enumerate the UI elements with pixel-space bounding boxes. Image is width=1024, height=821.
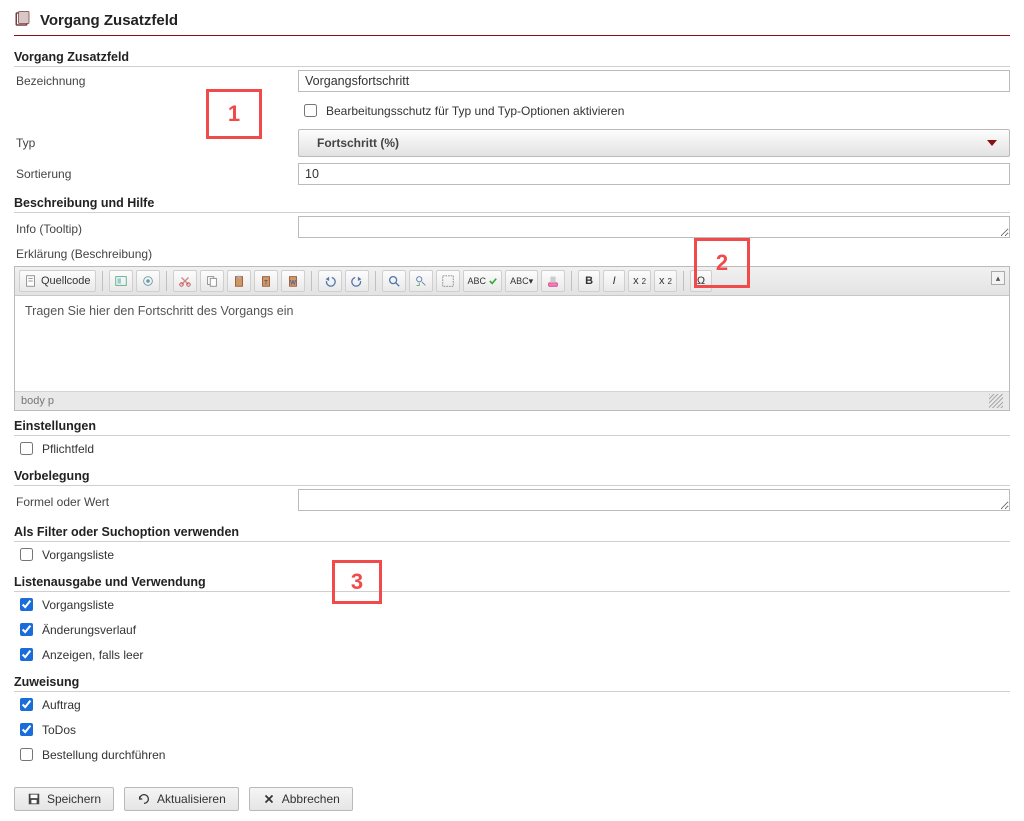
- rte-templates-button[interactable]: [109, 270, 133, 292]
- rte-bold-button[interactable]: B: [578, 270, 600, 292]
- rte-cut-button[interactable]: [173, 270, 197, 292]
- checkbox-pflichtfeld[interactable]: [20, 442, 33, 455]
- checkbox-bearbeitungsschutz[interactable]: [304, 104, 317, 117]
- section-default-title: Vorbelegung: [14, 465, 1010, 486]
- label-typ: Typ: [14, 136, 298, 150]
- checkbox-auftrag[interactable]: [20, 698, 33, 711]
- page-title: Vorgang Zusatzfeld: [40, 12, 178, 29]
- label-erklaerung: Erklärung (Beschreibung): [16, 247, 152, 261]
- save-button[interactable]: Speichern: [14, 787, 114, 811]
- page-header: Vorgang Zusatzfeld: [14, 10, 1010, 36]
- label-bestellung: Bestellung durchführen: [42, 748, 165, 762]
- label-todos: ToDos: [42, 723, 76, 737]
- checkbox-list-vorgangsliste[interactable]: [20, 598, 33, 611]
- chevron-down-icon: [987, 140, 997, 146]
- svg-text:W: W: [290, 280, 296, 287]
- section-list-title: Listenausgabe und Verwendung: [14, 571, 1010, 592]
- cancel-button[interactable]: Abbrechen: [249, 787, 353, 811]
- rte-paste-word-button[interactable]: W: [281, 270, 305, 292]
- rte-subscript-button[interactable]: x2: [628, 270, 651, 292]
- rte-toolbar: Quellcode T W ABC ABC▾ B I x2 x2: [15, 267, 1009, 296]
- rte-superscript-button[interactable]: x2: [654, 270, 677, 292]
- rte-paste-text-button[interactable]: T: [254, 270, 278, 292]
- label-list-vorgangsliste: Vorgangsliste: [42, 598, 114, 612]
- checkbox-filter-vorgangsliste[interactable]: [20, 548, 33, 561]
- rte-spellcheck-toggle-button[interactable]: ABC▾: [505, 270, 538, 292]
- rte-preview-button[interactable]: [136, 270, 160, 292]
- label-formel: Formel oder Wert: [14, 495, 298, 509]
- label-anzeigen-leer: Anzeigen, falls leer: [42, 648, 143, 662]
- section-filter-title: Als Filter oder Suchoption verwenden: [14, 521, 1010, 542]
- label-sortierung: Sortierung: [14, 167, 298, 181]
- save-icon: [27, 792, 41, 806]
- section-main-title: Vorgang Zusatzfeld: [14, 46, 1010, 67]
- rte-removeformat-button[interactable]: [541, 270, 565, 292]
- rte-source-button[interactable]: Quellcode: [19, 270, 96, 292]
- close-icon: [262, 792, 276, 806]
- rte-redo-button[interactable]: [345, 270, 369, 292]
- section-settings-title: Einstellungen: [14, 415, 1010, 436]
- label-pflichtfeld: Pflichtfeld: [42, 442, 94, 456]
- refresh-icon: [137, 792, 151, 806]
- rte-selectall-button[interactable]: [436, 270, 460, 292]
- label-info-tooltip: Info (Tooltip): [14, 222, 298, 236]
- form-icon: [14, 10, 32, 31]
- rte-status-bar: body p: [15, 391, 1009, 410]
- section-assign-title: Zuweisung: [14, 671, 1010, 692]
- rte-italic-button[interactable]: I: [603, 270, 625, 292]
- rich-text-editor: Quellcode T W ABC ABC▾ B I x2 x2: [14, 266, 1010, 411]
- rte-copy-button[interactable]: [200, 270, 224, 292]
- rte-content-area[interactable]: Tragen Sie hier den Fortschritt des Vorg…: [15, 296, 1009, 391]
- refresh-button[interactable]: Aktualisieren: [124, 787, 239, 811]
- checkbox-verlauf[interactable]: [20, 623, 33, 636]
- input-bezeichnung[interactable]: [298, 70, 1010, 92]
- action-bar: Speichern Aktualisieren Abbrechen: [14, 779, 1010, 811]
- checkbox-anzeigen-leer[interactable]: [20, 648, 33, 661]
- rte-paste-button[interactable]: [227, 270, 251, 292]
- svg-text:T: T: [264, 280, 268, 287]
- resize-grip-icon[interactable]: [989, 394, 1003, 408]
- select-typ-value: Fortschritt (%): [317, 136, 399, 150]
- input-formel[interactable]: [298, 489, 1010, 511]
- rte-specialchar-button[interactable]: Ω: [690, 270, 712, 292]
- select-typ[interactable]: Fortschritt (%): [298, 129, 1010, 157]
- rte-collapse-toggle[interactable]: ▴: [991, 271, 1005, 285]
- rte-undo-button[interactable]: [318, 270, 342, 292]
- label-filter-vorgangsliste: Vorgangsliste: [42, 548, 114, 562]
- checkbox-todos[interactable]: [20, 723, 33, 736]
- label-bezeichnung: Bezeichnung: [14, 74, 298, 88]
- label-verlauf: Änderungsverlauf: [42, 623, 136, 637]
- rte-spellcheck-button[interactable]: ABC: [463, 270, 503, 292]
- rte-replace-button[interactable]: [409, 270, 433, 292]
- label-auftrag: Auftrag: [42, 698, 81, 712]
- label-bearbeitungsschutz: Bearbeitungsschutz für Typ und Typ-Optio…: [326, 104, 624, 118]
- rte-find-button[interactable]: [382, 270, 406, 292]
- input-info-tooltip[interactable]: [298, 216, 1010, 238]
- document-icon: [24, 274, 38, 288]
- checkbox-bestellung[interactable]: [20, 748, 33, 761]
- section-help-title: Beschreibung und Hilfe: [14, 192, 1010, 213]
- input-sortierung[interactable]: [298, 163, 1010, 185]
- rte-element-path[interactable]: body p: [21, 395, 54, 407]
